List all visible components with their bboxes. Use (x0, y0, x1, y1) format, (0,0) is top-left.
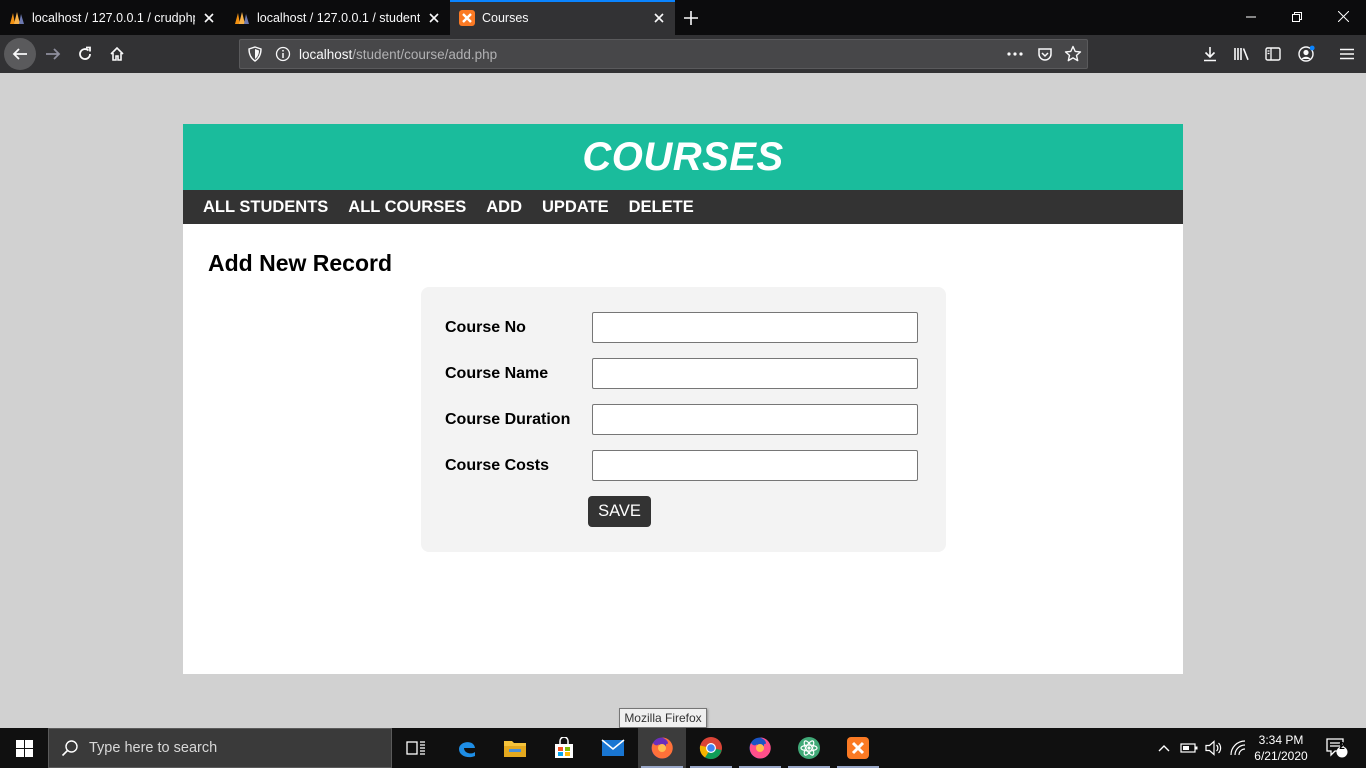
pocket-icon[interactable] (1037, 46, 1053, 67)
site-info-icon[interactable] (275, 46, 291, 67)
edge-icon[interactable] (443, 728, 491, 768)
windows-logo-icon (15, 739, 33, 757)
nav-all-students[interactable]: ALL STUDENTS (193, 198, 338, 217)
nav-all-courses[interactable]: ALL COURSES (338, 198, 476, 217)
tracking-shield-icon[interactable] (247, 46, 263, 67)
browser-tab-strip: localhost / 127.0.0.1 / crudphp localhos… (0, 0, 1366, 35)
content-card: COURSES ALL STUDENTS ALL COURSES ADD UPD… (183, 124, 1183, 674)
browser-tab-active[interactable]: Courses (450, 0, 675, 35)
course-no-label: Course No (445, 319, 526, 336)
course-duration-input[interactable] (592, 404, 918, 435)
sidebar-icon (1265, 47, 1281, 61)
hamburger-menu-icon (1340, 48, 1354, 60)
start-button[interactable] (0, 728, 48, 768)
action-center-icon[interactable]: 2 (1320, 728, 1354, 768)
download-icon (1204, 47, 1216, 62)
reload-icon (79, 46, 91, 60)
library-button[interactable] (1226, 38, 1258, 70)
clock-date: 6/21/2020 (1254, 749, 1308, 763)
xampp-icon (459, 9, 475, 26)
phpmyadmin-icon (234, 10, 250, 26)
bookmark-star-icon[interactable] (1064, 45, 1082, 68)
xampp-icon[interactable] (834, 728, 882, 768)
downloads-button[interactable] (1194, 38, 1226, 70)
tab-title: localhost / 127.0.0.1 / crudphp (32, 10, 195, 25)
browser-tab[interactable]: localhost / 127.0.0.1 / crudphp (0, 0, 225, 35)
mail-icon[interactable] (589, 728, 637, 768)
close-tab-icon[interactable] (651, 10, 667, 26)
browser-tab[interactable]: localhost / 127.0.0.1 / studentinfo (225, 0, 450, 35)
show-hidden-icons-chevron-icon[interactable] (1155, 728, 1173, 768)
back-button[interactable] (4, 38, 36, 70)
form-row-course-name: Course Name (445, 358, 925, 389)
course-name-label: Course Name (445, 365, 549, 382)
add-course-form: Course No Course Name Course Duration Co… (421, 287, 946, 552)
new-tab-button[interactable] (675, 0, 707, 35)
form-row-course-costs: Course Costs (445, 450, 925, 481)
account-icon (1298, 45, 1315, 62)
home-button[interactable] (101, 38, 133, 70)
sidebar-button[interactable] (1257, 38, 1289, 70)
save-button[interactable]: SAVE (588, 496, 651, 527)
page-actions-icon[interactable] (1006, 46, 1024, 67)
course-no-input[interactable] (592, 312, 918, 343)
course-name-input[interactable] (592, 358, 918, 389)
close-tab-icon[interactable] (201, 10, 217, 26)
menu-button[interactable] (1331, 38, 1363, 70)
wifi-icon[interactable] (1228, 728, 1250, 768)
taskbar-tooltip: Mozilla Firefox (619, 708, 707, 728)
store-icon[interactable] (540, 728, 588, 768)
form-row-course-duration: Course Duration (445, 404, 925, 435)
search-placeholder: Type here to search (89, 740, 218, 756)
close-window-button[interactable] (1320, 0, 1366, 33)
windows-taskbar: Type here to search 3:34 PM 6/21/2020 2 (0, 728, 1366, 768)
window-controls (1228, 0, 1366, 35)
main-nav: ALL STUDENTS ALL COURSES ADD UPDATE DELE… (183, 190, 1183, 224)
forward-button[interactable] (37, 38, 69, 70)
course-costs-input[interactable] (592, 450, 918, 481)
taskbar-search[interactable]: Type here to search (48, 728, 392, 768)
account-button[interactable] (1290, 38, 1322, 70)
minimize-button[interactable] (1228, 0, 1274, 33)
page-header-title: COURSES (582, 134, 784, 179)
plus-icon (684, 10, 698, 25)
atom-icon[interactable] (785, 728, 833, 768)
tab-title: Courses (482, 10, 529, 25)
url-path: /student/course/add.php (352, 47, 498, 62)
reload-button[interactable] (69, 38, 101, 70)
forward-arrow-icon (46, 48, 61, 60)
address-bar[interactable]: localhost/student/course/add.php (239, 39, 1088, 69)
firefox-dev-icon[interactable] (736, 728, 784, 768)
browser-toolbar: localhost/student/course/add.php (0, 35, 1366, 73)
tab-title: localhost / 127.0.0.1 / studentinfo (257, 10, 420, 25)
phpmyadmin-icon (9, 10, 25, 26)
course-duration-label: Course Duration (445, 411, 571, 428)
form-row-course-no: Course No (445, 312, 925, 343)
task-view-icon[interactable] (392, 728, 440, 768)
volume-icon[interactable] (1203, 728, 1225, 768)
close-tab-icon[interactable] (426, 10, 442, 26)
search-icon (61, 740, 78, 757)
nav-update[interactable]: UPDATE (532, 198, 619, 217)
page-header: COURSES (183, 124, 1183, 190)
back-arrow-icon (12, 48, 27, 60)
nav-delete[interactable]: DELETE (619, 198, 704, 217)
clock-time: 3:34 PM (1258, 733, 1304, 747)
url-text: localhost/student/course/add.php (299, 47, 497, 62)
system-clock[interactable]: 3:34 PM 6/21/2020 (1248, 732, 1314, 764)
restore-button[interactable] (1274, 0, 1320, 33)
url-host: localhost (299, 47, 353, 62)
firefox-icon[interactable] (638, 728, 686, 768)
page-viewport: COURSES ALL STUDENTS ALL COURSES ADD UPD… (0, 73, 1366, 728)
course-costs-label: Course Costs (445, 457, 550, 474)
section-title: Add New Record (208, 250, 393, 276)
nav-add[interactable]: ADD (476, 198, 532, 217)
home-icon (110, 46, 124, 61)
chrome-icon[interactable] (687, 728, 735, 768)
library-icon (1234, 48, 1249, 61)
battery-icon[interactable] (1178, 728, 1200, 768)
file-explorer-icon[interactable] (491, 728, 539, 768)
notification-count-badge: 2 (1339, 741, 1345, 752)
